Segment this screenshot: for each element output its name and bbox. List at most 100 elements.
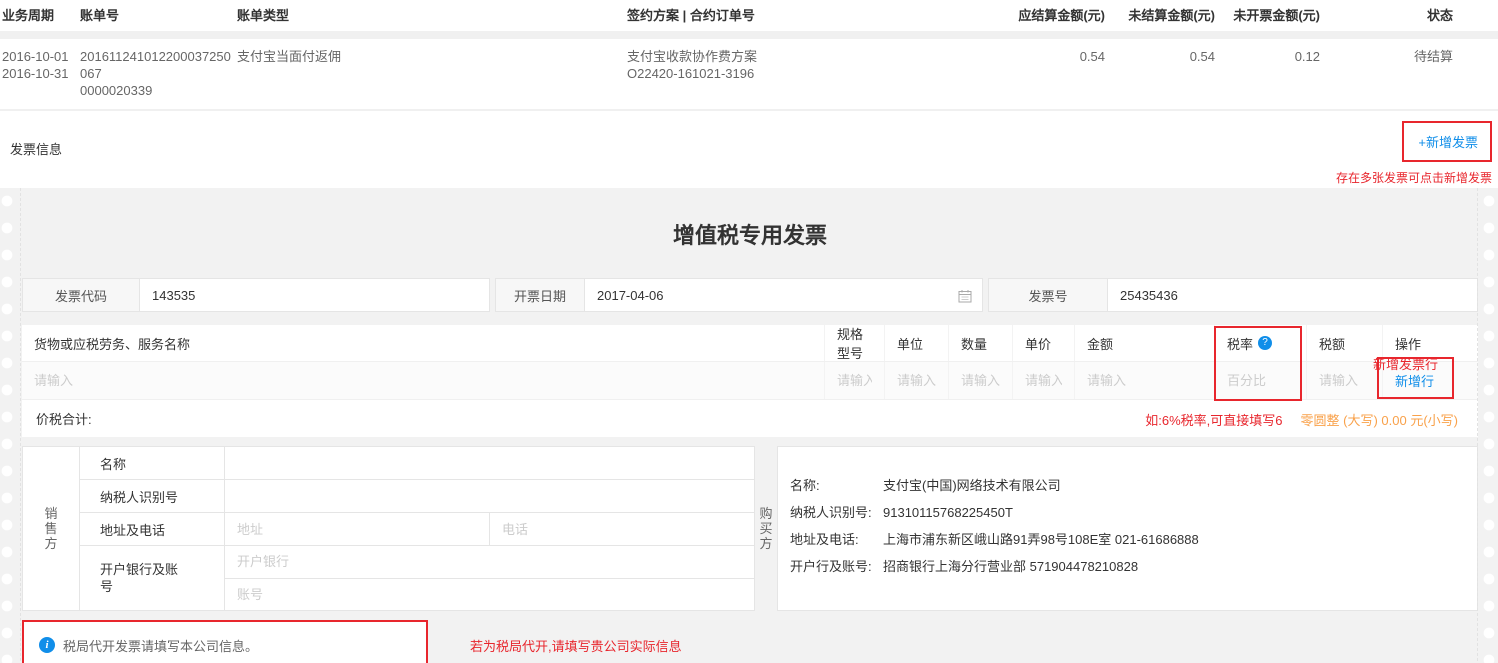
buyer-taxid-row: 纳税人识别号: 91310115768225450T	[790, 505, 1013, 520]
total-label: 价税合计:	[36, 412, 92, 427]
goods-table-header: 货物或应税劳务、服务名称 规格型号 单位 数量 单价 金额 税率 ? 税额 操作	[22, 325, 1478, 361]
seller-account-input[interactable]	[225, 586, 754, 602]
buyer-section: 名称: 支付宝(中国)网络技术有限公司 纳税人识别号: 913101157682…	[777, 446, 1478, 611]
unsettled-amount-value: 0.54	[1189, 49, 1215, 64]
column-header-tax-rate: 税率 ?	[1214, 325, 1306, 361]
goods-table-input-row: 新增行	[22, 361, 1478, 399]
seller-address-label: 地址及电话	[80, 513, 225, 545]
add-invoice-row-link[interactable]: 新增发票行	[1373, 354, 1438, 373]
invoice-code-cell	[140, 278, 490, 312]
seller-section: 销售方 名称 纳税人识别号 地址及电话 地址 电话 开户银行及账号 开户银行 账…	[22, 446, 755, 611]
ticket-perforation-right	[1482, 188, 1496, 663]
notice-warning-text: 若为税局代开,请填写贵公司实际信息	[470, 638, 682, 654]
column-header-uninvoiced-amount: 未开票金额(元)	[1233, 8, 1320, 23]
section-title-invoice-info: 发票信息	[10, 142, 63, 157]
add-invoice-annotation-box: +新增发票	[1402, 121, 1492, 162]
table-row: 2016-10-01 2016-10-31 201611241012200037…	[0, 39, 1498, 109]
seller-address-row: 地址及电话	[80, 513, 754, 546]
invoice-meta-fields: 发票代码 开票日期 发票号	[22, 278, 1478, 312]
divider-line	[0, 109, 1498, 111]
buyer-bank-row: 开户行及账号: 招商银行上海分行营业部 571904478210828	[790, 559, 1139, 574]
invoice-page: 业务周期 账单号 账单类型 签约方案 | 合约订单号 应结算金额(元) 未结算金…	[0, 0, 1498, 663]
invoice-date-label: 开票日期	[495, 278, 585, 312]
total-amount-text: 零圆整 (大写) 0.00 元(小写)	[1292, 404, 1466, 434]
form-title: 增值税专用发票	[672, 223, 827, 248]
info-icon: i	[39, 637, 55, 653]
question-icon[interactable]: ?	[1258, 336, 1273, 350]
add-row-button[interactable]: 新增行	[1395, 371, 1434, 390]
column-header-status: 状态	[1426, 8, 1453, 23]
divider-band	[0, 31, 1498, 39]
add-invoice-area: +新增发票 存在多张发票可点击新增发票	[1336, 121, 1492, 186]
column-header-qty: 数量	[948, 325, 1012, 361]
goods-table: 货物或应税劳务、服务名称 规格型号 单位 数量 单价 金额 税率 ? 税额 操作	[22, 325, 1478, 437]
add-invoice-hint: 存在多张发票可点击新增发票	[1335, 171, 1492, 185]
amount-input[interactable]	[1087, 373, 1202, 388]
parties-section: 销售方 名称 纳税人识别号 地址及电话 地址 电话 开户银行及账号 开户银行 账…	[22, 446, 1478, 611]
column-header-tax: 税额	[1306, 325, 1382, 361]
add-invoice-button[interactable]: +新增发票	[1418, 135, 1478, 150]
notice-section: i 税局代开发票请填写本公司信息。 若为税局代开,请填写贵公司实际信息	[22, 620, 1478, 663]
invoice-date-field[interactable]	[585, 279, 982, 311]
seller-taxid-label: 纳税人识别号	[80, 480, 225, 512]
seller-name-input[interactable]	[225, 455, 754, 471]
column-header-unsettled-amount: 未结算金额(元)	[1128, 8, 1215, 23]
seller-bank-row: 开户银行及账号	[80, 546, 754, 610]
notice-annotation-box: i 税局代开发票请填写本公司信息。	[22, 620, 428, 663]
uninvoiced-amount-value: 0.12	[1294, 49, 1320, 64]
invoice-date-cell	[585, 278, 983, 312]
notice-text: 税局代开发票请填写本公司信息。	[63, 638, 259, 654]
bill-period: 2016-10-01 2016-10-31	[2, 49, 69, 81]
tax-rate-input[interactable]	[1227, 373, 1294, 388]
column-header-amount: 金额	[1074, 325, 1214, 361]
seller-taxid-row: 纳税人识别号	[80, 480, 754, 513]
column-header-period: 业务周期	[2, 8, 55, 23]
seller-phone-input[interactable]	[490, 521, 754, 537]
goods-table-total-row: 价税合计: 如:6%税率,可直接填写6 零圆整 (大写) 0.00 元(小写)	[22, 399, 1478, 437]
dashed-edge-left	[20, 188, 21, 663]
seller-bank-label: 开户银行及账号	[80, 546, 225, 610]
bill-plan: 支付宝收款协作费方案 O22420-161021-3196	[627, 49, 758, 81]
seller-side-label: 销售方	[44, 506, 58, 551]
column-header-settle-amount: 应结算金额(元)	[1018, 8, 1105, 23]
invoice-form: 增值税专用发票 发票代码 开票日期 发票号	[0, 218, 1498, 663]
invoice-number-cell	[1108, 278, 1478, 312]
dashed-edge-right	[1477, 188, 1478, 663]
column-header-unit: 单位	[884, 325, 948, 361]
status-badge: 待结算	[1413, 49, 1453, 64]
spec-input[interactable]	[837, 373, 872, 388]
seller-address-input[interactable]	[225, 521, 489, 537]
bill-type: 支付宝当面付返佣	[237, 49, 342, 64]
ticket-perforation-left	[0, 188, 14, 663]
invoice-code-label: 发票代码	[22, 278, 140, 312]
column-header-type: 账单类型	[237, 8, 290, 23]
invoice-info-bar: 发票信息 +新增发票 存在多张发票可点击新增发票	[0, 121, 1498, 185]
bill-number: 201611241012200037250067 0000020339	[80, 49, 231, 98]
tax-rate-hint: 如:6%税率,可直接填写6	[1145, 412, 1283, 428]
column-header-spec: 规格型号	[824, 325, 884, 361]
buyer-name-row: 名称: 支付宝(中国)网络技术有限公司	[790, 478, 1061, 493]
column-header-billno: 账单号	[80, 8, 120, 23]
invoice-number-label: 发票号	[988, 278, 1108, 312]
price-input[interactable]	[1025, 373, 1062, 388]
bill-table-header: 业务周期 账单号 账单类型 签约方案 | 合约订单号 应结算金额(元) 未结算金…	[0, 0, 1498, 24]
settle-amount-value: 0.54	[1079, 49, 1105, 64]
seller-name-label: 名称	[80, 447, 225, 479]
goods-name-input[interactable]	[34, 373, 812, 388]
column-header-plan: 签约方案 | 合约订单号	[627, 8, 755, 23]
calendar-icon[interactable]	[958, 289, 972, 303]
seller-bank-input[interactable]	[225, 554, 754, 570]
column-header-goods-name: 货物或应税劳务、服务名称	[34, 336, 191, 352]
column-header-price: 单价	[1012, 325, 1074, 361]
unit-input[interactable]	[897, 373, 936, 388]
buyer-side-label: 购买方	[759, 506, 773, 551]
qty-input[interactable]	[961, 373, 1000, 388]
bill-table: 业务周期 账单号 账单类型 签约方案 | 合约订单号 应结算金额(元) 未结算金…	[0, 0, 1498, 111]
seller-name-row: 名称	[80, 447, 754, 480]
buyer-address-row: 地址及电话: 上海市浦东新区峨山路91弄98号108E室 021-6168688…	[790, 532, 1199, 547]
seller-taxid-input[interactable]	[225, 488, 754, 504]
tax-input[interactable]	[1319, 373, 1370, 388]
invoice-form-panel: 增值税专用发票 发票代码 开票日期 发票号	[0, 188, 1498, 663]
invoice-code-field[interactable]	[140, 279, 489, 311]
invoice-number-field[interactable]	[1108, 279, 1477, 311]
